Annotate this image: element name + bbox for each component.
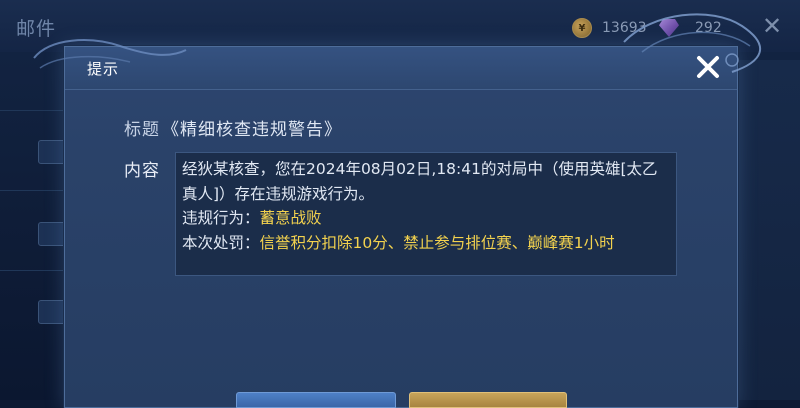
penalty-label: 本次处罚： [182, 233, 260, 252]
gold-coin-icon: ¥ [572, 18, 592, 38]
list-divider [0, 190, 66, 191]
penalty-value: 信誉积分扣除10分、禁止参与排位赛、巅峰赛1小时 [259, 233, 615, 252]
list-divider [0, 270, 66, 271]
close-icon[interactable]: ✕ [760, 14, 784, 38]
violation-label: 违规行为： [182, 209, 260, 227]
page-title: 邮件 [16, 18, 57, 40]
content-label: 内容 [124, 161, 160, 181]
content-text: 经狄某核查，您在2024年08月02日,18:41的对局中（使用英雄[太乙真人]… [176, 153, 676, 255]
violation-value: 蓄意战败 [259, 209, 322, 227]
content-line: 经狄某核查，您在2024年08月02日,18:41的对局中（使用英雄[太乙真人]… [182, 160, 658, 203]
gold-currency: ¥ 13693 [572, 17, 647, 39]
gem-icon [659, 19, 679, 37]
list-divider [0, 110, 66, 111]
mail-detail-panel-edge [736, 60, 800, 400]
violation-line: 违规行为：蓄意战败 [182, 206, 670, 231]
close-icon [697, 56, 719, 78]
dialog-primary-button[interactable] [409, 392, 567, 408]
gold-amount: 13693 [602, 20, 647, 36]
dialog-title: 提示 [87, 60, 120, 78]
dialog-header [65, 47, 737, 90]
dialog-close-button[interactable] [691, 51, 725, 83]
subject-label: 标题 [124, 120, 160, 140]
gem-currency: 292 [659, 17, 722, 39]
content-box[interactable]: 经狄某核查，您在2024年08月02日,18:41的对局中（使用英雄[太乙真人]… [175, 152, 677, 276]
gem-amount: 292 [695, 20, 722, 36]
dialog-secondary-button[interactable] [236, 392, 396, 408]
subject-text: 《精细核查违规警告》 [162, 120, 342, 140]
penalty-line: 本次处罚：信誉积分扣除10分、禁止参与排位赛、巅峰赛1小时 [182, 231, 670, 256]
